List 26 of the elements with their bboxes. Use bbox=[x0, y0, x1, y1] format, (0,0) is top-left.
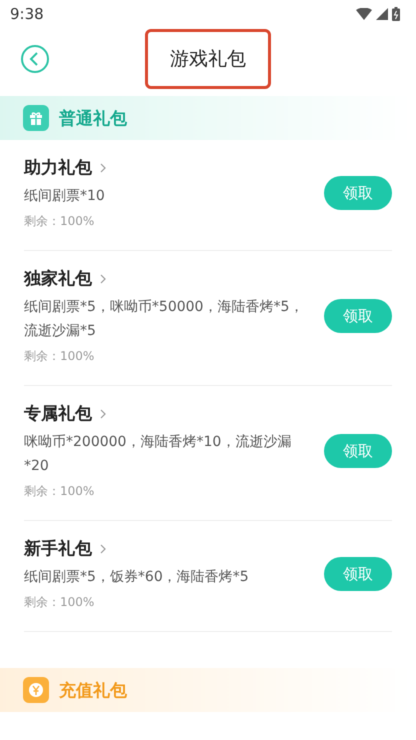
reward-list: 咪呦币*200000，海陆香烤*10，流逝沙漏*20 bbox=[24, 430, 312, 478]
reward-list: 纸间剧票*5，饭券*60，海陆香烤*5 bbox=[24, 565, 312, 589]
gift-icon bbox=[23, 105, 49, 131]
status-time: 9:38 bbox=[10, 5, 44, 23]
chevron-icon bbox=[100, 162, 106, 172]
chevron-icon bbox=[100, 274, 106, 284]
chevron-icon bbox=[100, 544, 106, 554]
back-button[interactable] bbox=[20, 44, 50, 74]
remaining-text: 剩余：100% bbox=[24, 594, 96, 611]
remaining-text: 剩余：100% bbox=[24, 483, 96, 500]
chevron-icon bbox=[100, 408, 106, 418]
package-name[interactable]: 助力礼包 bbox=[24, 156, 92, 179]
remaining-text: 剩余：100% bbox=[24, 213, 96, 230]
page-title: 游戏礼包 bbox=[145, 29, 271, 89]
package-name[interactable]: 专属礼包 bbox=[24, 402, 92, 425]
section-title: 普通礼包 bbox=[59, 108, 127, 130]
wifi-icon bbox=[356, 8, 372, 20]
reward-list: 纸间剧票*5，咪呦币*50000，海陆香烤*5，流逝沙漏*5 bbox=[24, 295, 312, 343]
package-name[interactable]: 独家礼包 bbox=[24, 267, 92, 290]
remaining-text: 剩余：100% bbox=[24, 348, 96, 365]
package-name[interactable]: 新手礼包 bbox=[24, 537, 92, 560]
battery-icon bbox=[392, 7, 400, 21]
reward-list: 纸间剧票*10 bbox=[24, 184, 312, 208]
signal-icon bbox=[376, 8, 388, 20]
section-title: 充值礼包 bbox=[59, 680, 127, 702]
coin-icon bbox=[23, 677, 49, 703]
